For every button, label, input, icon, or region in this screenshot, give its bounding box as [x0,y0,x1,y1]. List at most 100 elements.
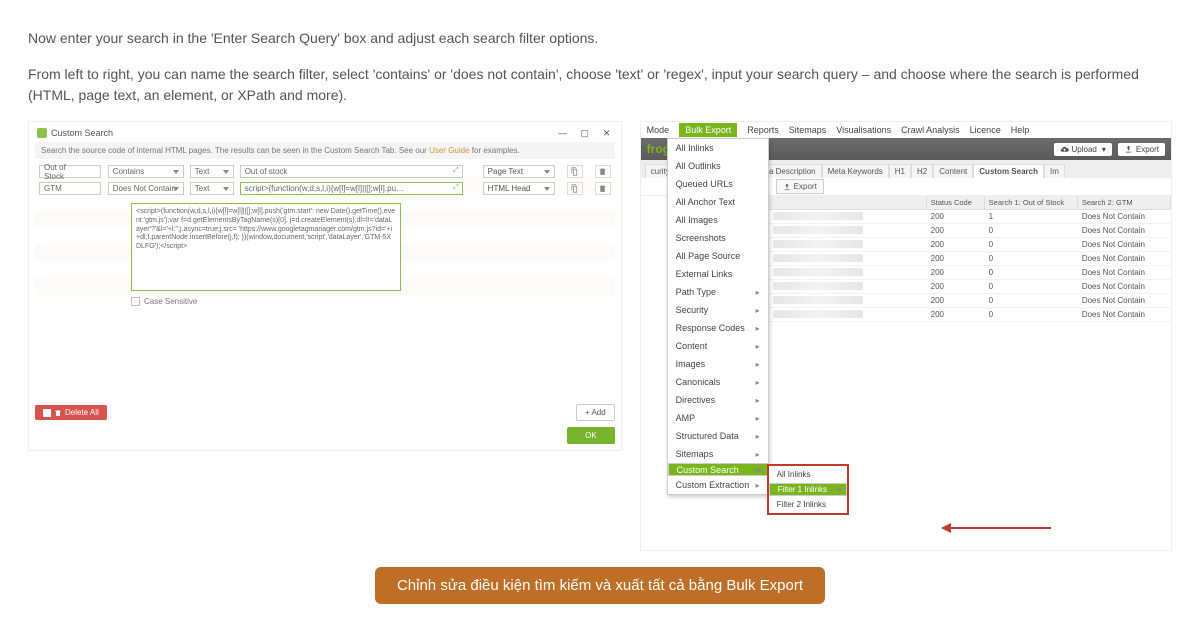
dropdown-item[interactable]: Canonicals▸ [668,373,768,391]
dialog-title: Custom Search [51,128,113,138]
submenu-item[interactable]: All Inlinks [769,466,847,483]
dropdown-item[interactable]: Directives▸ [668,391,768,409]
tab[interactable]: Im [1044,164,1065,178]
where-select[interactable]: HTML Head [483,182,555,195]
blurred-url [773,254,863,262]
tab[interactable]: Content [933,164,973,178]
menu-reports[interactable]: Reports [747,125,779,135]
dropdown-item[interactable]: All Outlinks [668,157,768,175]
results-grid: Status Code Search 1: Out of Stock Searc… [769,196,1171,322]
add-button[interactable]: + Add [576,404,615,421]
contains-select[interactable]: Does Not Contain [108,182,184,195]
cell-s1: 0 [985,309,1078,320]
where-select[interactable]: Page Text [483,165,555,178]
blurred-url [773,310,863,318]
table-row[interactable]: 2000Does Not Contain [769,224,1171,238]
query-input[interactable]: Out of stock⤢ [240,165,463,178]
table-row[interactable]: 2000Does Not Contain [769,308,1171,322]
type-select[interactable]: Text [190,182,234,195]
delete-row-icon[interactable] [595,182,611,195]
dropdown-item[interactable]: Structured Data▸ [668,427,768,445]
delete-all-button[interactable]: Delete All [35,405,107,420]
table-row[interactable]: 2001Does Not Contain [769,210,1171,224]
tab-custom-search[interactable]: Custom Search [973,164,1044,178]
dropdown-item[interactable]: Images▸ [668,355,768,373]
query-input[interactable]: script>(function(w,d,s,l,i){w[l]=w[l]||[… [240,182,463,195]
dropdown-item[interactable]: Path Type▸ [668,283,768,301]
filter-row: Out of Stock✕ Contains Text Out of stock… [39,163,611,180]
filter-name-input[interactable]: Out of Stock [39,165,101,178]
dropdown-item[interactable]: Queued URLs [668,175,768,193]
expand-icon[interactable]: ⤢ [453,167,459,175]
dropdown-item[interactable]: Sitemaps▸ [668,445,768,463]
dropdown-item[interactable]: All Inlinks [668,139,768,157]
submenu-item[interactable]: Filter 2 Inlinks [769,496,847,513]
menu-visualisations[interactable]: Visualisations [836,125,891,135]
dropdown-item[interactable]: AMP▸ [668,409,768,427]
tab[interactable]: H2 [911,164,933,178]
cell-s1: 0 [985,295,1078,306]
menu-sitemaps[interactable]: Sitemaps [789,125,827,135]
user-guide-link[interactable]: User Guide [429,146,469,155]
cell-status: 200 [927,211,985,222]
dropdown-item[interactable]: External Links [668,265,768,283]
frog-icon [37,128,47,138]
dropdown-item[interactable]: All Anchor Text [668,193,768,211]
tab[interactable]: Meta Keywords [822,164,889,178]
table-row[interactable]: 2000Does Not Contain [769,294,1171,308]
menu-bulk-export[interactable]: Bulk Export [679,123,737,137]
export-button[interactable]: Export [1118,143,1165,156]
cell-s1: 1 [985,211,1078,222]
query-code-textarea[interactable]: <script>(function(w,d,s,l,i){w[l]=w[l]||… [131,203,401,291]
dropdown-item[interactable]: Custom Search▸All InlinksFilter 1 Inlink… [668,463,768,476]
dropdown-item[interactable]: Screenshots [668,229,768,247]
submenu-arrow-icon: ▸ [756,450,760,459]
expand-icon[interactable]: ⤢ [453,184,459,192]
col-search-2[interactable]: Search 2: GTM [1078,196,1171,209]
duplicate-icon[interactable] [567,165,583,178]
dropdown-item[interactable]: Security▸ [668,301,768,319]
duplicate-icon[interactable] [567,182,583,195]
contains-select[interactable]: Contains [108,165,184,178]
close-icon[interactable]: ✕ [601,128,613,138]
col-status-code[interactable]: Status Code [927,196,985,209]
menubar: Mode Bulk Export Reports Sitemaps Visual… [641,122,1171,138]
cell-s1: 0 [985,239,1078,250]
submenu-item[interactable]: Filter 1 Inlinks [769,483,847,496]
menu-help[interactable]: Help [1011,125,1030,135]
bulk-export-dropdown: All InlinksAll OutlinksQueued URLsAll An… [667,138,769,495]
case-sensitive-checkbox[interactable]: Case Sensitive [131,297,611,306]
blurred-url [773,282,863,290]
cell-s2: Does Not Contain [1078,239,1171,250]
col-search-1[interactable]: Search 1: Out of Stock [985,196,1078,209]
table-row[interactable]: 2000Does Not Contain [769,238,1171,252]
custom-search-submenu: All InlinksFilter 1 InlinksFilter 2 Inli… [767,464,849,515]
type-select[interactable]: Text [190,165,234,178]
upload-button[interactable]: Upload▾ [1054,143,1112,156]
ok-button[interactable]: OK [567,427,615,444]
tab[interactable]: H1 [889,164,911,178]
cell-s1: 0 [985,253,1078,264]
dropdown-item[interactable]: All Images [668,211,768,229]
filter-name-input[interactable]: GTM [39,182,101,195]
dropdown-item[interactable]: Custom Extraction▸ [668,476,768,494]
checkbox-icon[interactable] [131,297,140,306]
menu-crawl-analysis[interactable]: Crawl Analysis [901,125,960,135]
filter-row: GTM✕ Does Not Contain Text script>(funct… [39,180,611,197]
delete-row-icon[interactable] [595,165,611,178]
dropdown-item[interactable]: Content▸ [668,337,768,355]
minimize-icon[interactable]: — [557,128,569,138]
cell-s2: Does Not Contain [1078,225,1171,236]
dropdown-item[interactable]: Response Codes▸ [668,319,768,337]
dropdown-item[interactable]: All Page Source [668,247,768,265]
maximize-icon[interactable]: ▢ [579,128,591,138]
table-row[interactable]: 2000Does Not Contain [769,280,1171,294]
table-row[interactable]: 2000Does Not Contain [769,252,1171,266]
sub-export-button[interactable]: Export [776,179,824,194]
menu-mode[interactable]: Mode [647,125,670,135]
cell-s2: Does Not Contain [1078,309,1171,320]
annotation-arrow [951,527,1051,529]
menu-licence[interactable]: Licence [970,125,1001,135]
table-row[interactable]: 2000Does Not Contain [769,266,1171,280]
blurred-url [773,296,863,304]
